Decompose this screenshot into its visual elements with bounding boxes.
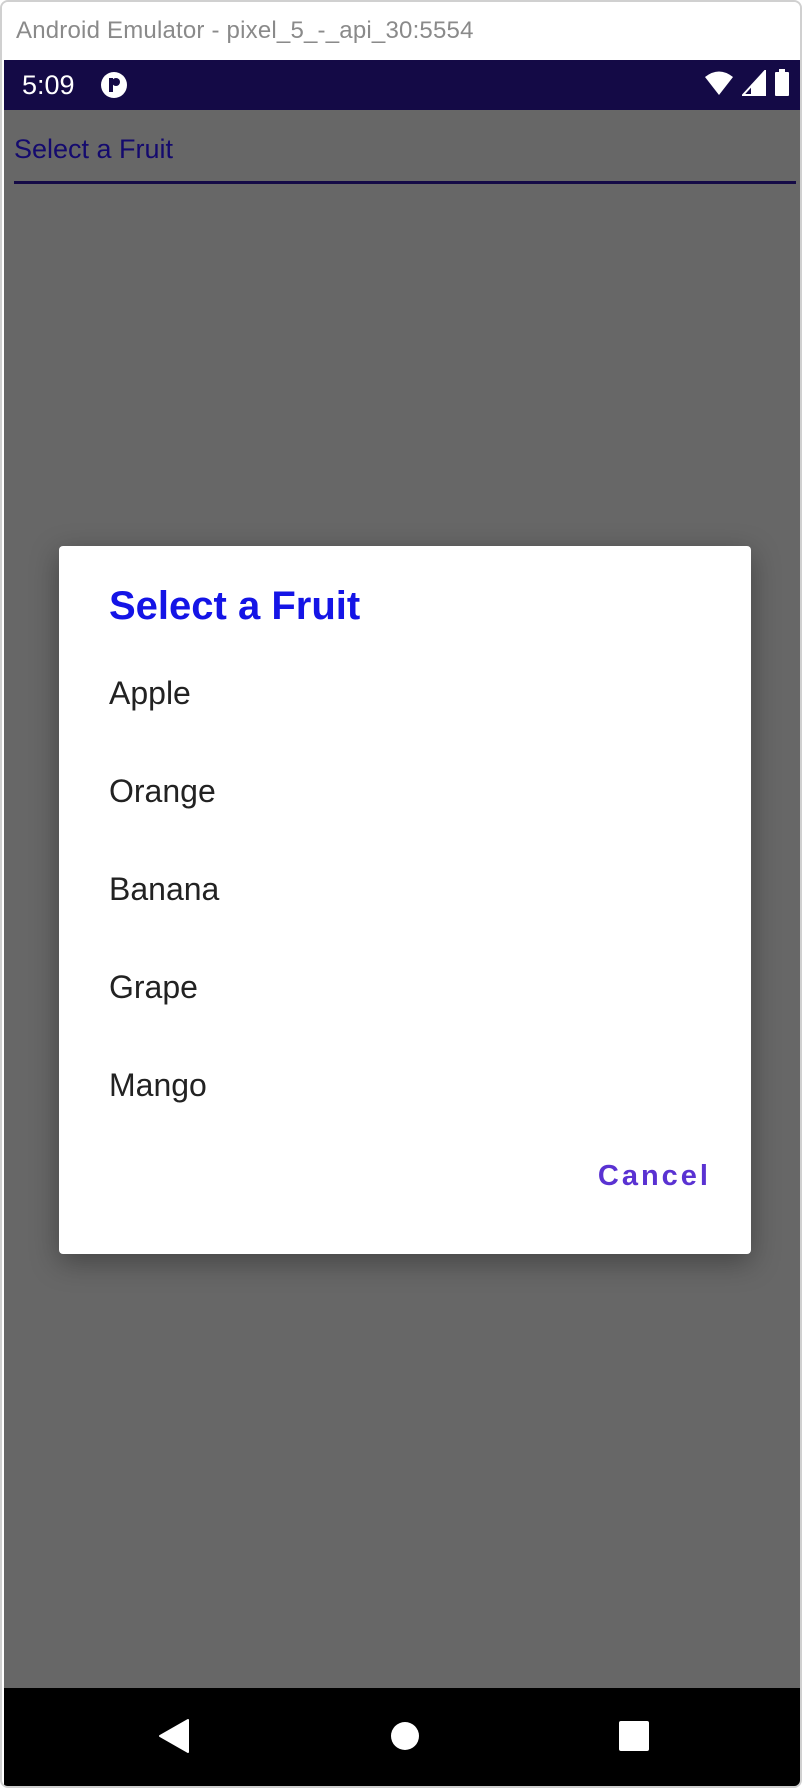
dialog-option-grape[interactable]: Grape [59, 938, 751, 1036]
recents-button[interactable] [614, 1718, 654, 1758]
window-titlebar[interactable]: Android Emulator - pixel_5_-_api_30:5554 [2, 2, 800, 60]
back-button[interactable] [154, 1718, 194, 1758]
window-title: Android Emulator - pixel_5_-_api_30:5554 [16, 17, 474, 44]
fruit-selection-dialog: Select a Fruit Apple Orange Banana Grape… [59, 546, 751, 1254]
picker-placeholder: Select a Fruit [14, 134, 174, 164]
fruit-picker[interactable]: Select a Fruit [14, 134, 796, 184]
back-icon [158, 1718, 190, 1759]
dialog-option-mango[interactable]: Mango [59, 1036, 751, 1134]
emulator-window: Android Emulator - pixel_5_-_api_30:5554… [0, 0, 802, 1788]
dialog-title: Select a Fruit [109, 584, 361, 628]
dialog-options-list: Apple Orange Banana Grape Mango [59, 644, 751, 1134]
cancel-button[interactable]: Cancel [586, 1146, 711, 1206]
cellular-signal-icon [740, 67, 766, 101]
battery-icon [774, 68, 790, 102]
navigation-bar [4, 1688, 800, 1786]
home-icon [390, 1721, 420, 1756]
dialog-option-orange[interactable]: Orange [59, 742, 751, 840]
status-bar: 5:09 [4, 60, 800, 110]
status-icons [704, 67, 790, 102]
phone-screen: 5:09 Select a Fruit Select a Fruit Apple… [4, 60, 800, 1786]
app-notification-icon [100, 71, 128, 99]
dialog-option-banana[interactable]: Banana [59, 840, 751, 938]
status-time: 5:09 [22, 70, 75, 100]
home-button[interactable] [385, 1718, 425, 1758]
recents-icon [618, 1720, 650, 1757]
dialog-option-apple[interactable]: Apple [59, 644, 751, 742]
wifi-icon [704, 70, 734, 101]
